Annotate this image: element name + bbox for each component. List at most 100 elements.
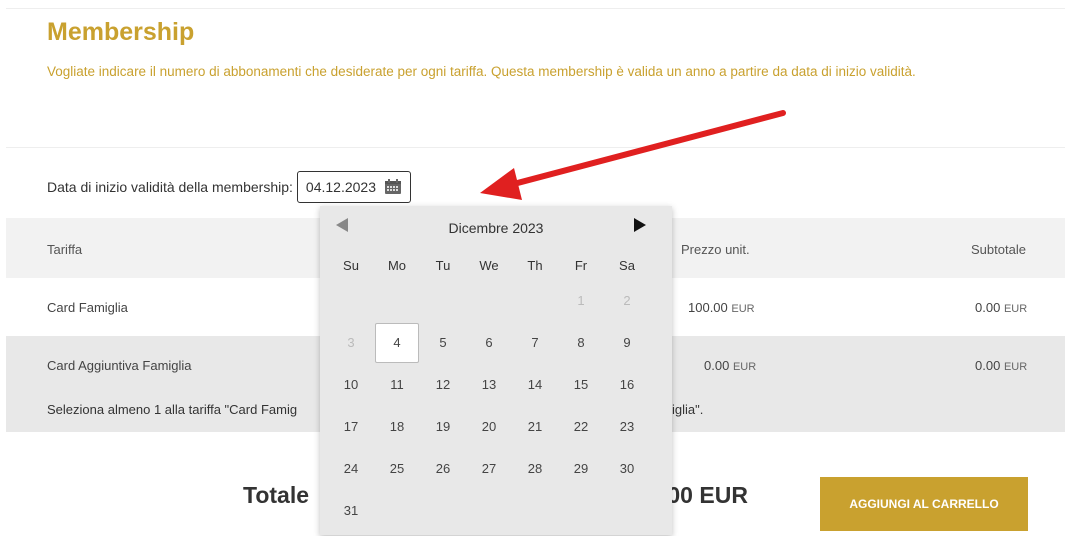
tariff-name: Card Aggiuntiva Famiglia [47, 358, 192, 373]
calendar-day-label: 31 [343, 503, 359, 518]
calendar-day-label: 25 [389, 461, 405, 476]
calendar-day[interactable]: 6 [466, 322, 512, 364]
validation-note-end: iglia". [672, 402, 704, 417]
calendar-day[interactable]: 26 [420, 448, 466, 490]
calendar-day[interactable]: 23 [604, 406, 650, 448]
calendar-day[interactable]: 10 [328, 364, 374, 406]
calendar-week: 24 25 26 27 28 29 30 [328, 448, 650, 490]
calendar-day[interactable]: 30 [604, 448, 650, 490]
tariff-name: Card Famiglia [47, 300, 128, 315]
calendar-day-label: 17 [343, 419, 359, 434]
start-date-row: Data di inizio validità della membership… [47, 170, 411, 204]
calendar-day-label: 9 [623, 335, 631, 350]
weekday-label: We [479, 258, 499, 273]
unit-price-currency: EUR [731, 303, 755, 315]
calendar-day-label: 7 [531, 335, 539, 350]
calendar-day-label: 8 [577, 335, 585, 350]
subtotal-currency: EUR [1003, 303, 1028, 315]
calendar-empty-cell [512, 280, 558, 322]
calendar-day-label: 30 [619, 461, 635, 476]
calendar-empty-cell [466, 280, 512, 322]
page-title: Membership [47, 18, 195, 46]
calendar-day-label: 3 [347, 335, 355, 350]
start-date-value: 04.12.2023 [305, 179, 376, 195]
unit-price: 100.00 EUR [688, 300, 755, 315]
calendar-week: 3 4 5 6 7 8 9 [328, 322, 650, 364]
calendar-day-label: 14 [527, 377, 543, 392]
calendar-day-label: 26 [435, 461, 451, 476]
calendar-day-label: 18 [389, 419, 405, 434]
start-date-field[interactable]: 04.12.2023 [296, 171, 411, 203]
calendar-empty-cell [374, 490, 420, 532]
column-subtotal: Subtotale [971, 242, 1026, 257]
add-to-cart-button[interactable]: AGGIUNGI AL CARRELLO [820, 477, 1028, 531]
calendar-empty-cell [374, 280, 420, 322]
calendar-day-label: 29 [573, 461, 589, 476]
calendar-day[interactable]: 16 [604, 364, 650, 406]
total-value: .00 EUR [661, 482, 748, 508]
calendar-day-label: 19 [435, 419, 451, 434]
weekday-label: Th [527, 258, 543, 273]
calendar-day-label: 11 [390, 377, 404, 392]
calendar-day-selected[interactable]: 4 [374, 322, 420, 364]
membership-description: Vogliate indicare il numero di abbonamen… [47, 64, 916, 79]
calendar-month-label: Dicembre 2023 [448, 220, 544, 236]
calendar-day[interactable]: 17 [328, 406, 374, 448]
calendar-day[interactable]: 21 [512, 406, 558, 448]
calendar-empty-cell [604, 490, 650, 532]
calendar-day[interactable]: 13 [466, 364, 512, 406]
calendar-week: 31 [328, 490, 650, 532]
calendar-day[interactable]: 20 [466, 406, 512, 448]
subtotal: 0.00 EUR [975, 358, 1027, 373]
weekday-label: Sa [619, 258, 635, 273]
weekday-label: Su [343, 258, 359, 273]
weekday-label: Tu [435, 258, 451, 273]
calendar-day-label: 15 [573, 377, 589, 392]
calendar-grid: Su Mo Tu We Th Fr Sa 1 2 3 4 5 6 7 8 9 10 11 12 13 14… [328, 252, 650, 532]
subtotal-currency: EUR [1003, 361, 1028, 373]
calendar-icon[interactable] [384, 179, 402, 195]
calendar-day[interactable]: 19 [420, 406, 466, 448]
calendar-day[interactable]: 29 [558, 448, 604, 490]
calendar-day[interactable]: 8 [558, 322, 604, 364]
calendar-day[interactable]: 12 [420, 364, 466, 406]
calendar-empty-cell [328, 280, 374, 322]
calendar-day-label: 2 [623, 293, 631, 308]
calendar-day-label: 23 [619, 419, 635, 434]
start-date-label: Data di inizio validità della membership… [47, 179, 293, 195]
calendar-week: 17 18 19 20 21 22 23 [328, 406, 650, 448]
calendar-day-label: 22 [573, 419, 589, 434]
calendar-day-label: 28 [527, 461, 543, 476]
calendar-day[interactable]: 28 [512, 448, 558, 490]
calendar-day[interactable]: 5 [420, 322, 466, 364]
calendar-day-label: 12 [435, 377, 451, 392]
unit-price-value: 0.00 [704, 358, 730, 373]
calendar-day: 2 [604, 280, 650, 322]
calendar-day[interactable]: 14 [512, 364, 558, 406]
calendar-day-label: 4 [375, 323, 419, 363]
calendar-day[interactable]: 31 [328, 490, 374, 532]
subtotal-value: 0.00 [975, 300, 1001, 315]
unit-price: 0.00 EUR [704, 358, 756, 373]
calendar-day[interactable]: 9 [604, 322, 650, 364]
calendar-empty-cell [420, 490, 466, 532]
next-month-icon[interactable] [634, 218, 646, 232]
calendar-day[interactable]: 7 [512, 322, 558, 364]
calendar-day[interactable]: 27 [466, 448, 512, 490]
calendar-empty-cell [512, 490, 558, 532]
subtotal: 0.00 EUR [975, 300, 1027, 315]
calendar-day-label: 21 [527, 419, 543, 434]
column-tariff: Tariffa [47, 242, 83, 257]
calendar-day[interactable]: 24 [328, 448, 374, 490]
calendar-day[interactable]: 18 [374, 406, 420, 448]
calendar-day[interactable]: 11 [374, 364, 420, 406]
calendar-day[interactable]: 22 [558, 406, 604, 448]
calendar-day-label: 27 [481, 461, 497, 476]
unit-price-currency: EUR [732, 361, 757, 373]
calendar-day-label: 24 [343, 461, 359, 476]
subtotal-value: 0.00 [975, 358, 1001, 373]
calendar-day[interactable]: 15 [558, 364, 604, 406]
red-arrow-annotation [480, 110, 786, 200]
calendar-day: 3 [328, 322, 374, 364]
calendar-day[interactable]: 25 [374, 448, 420, 490]
